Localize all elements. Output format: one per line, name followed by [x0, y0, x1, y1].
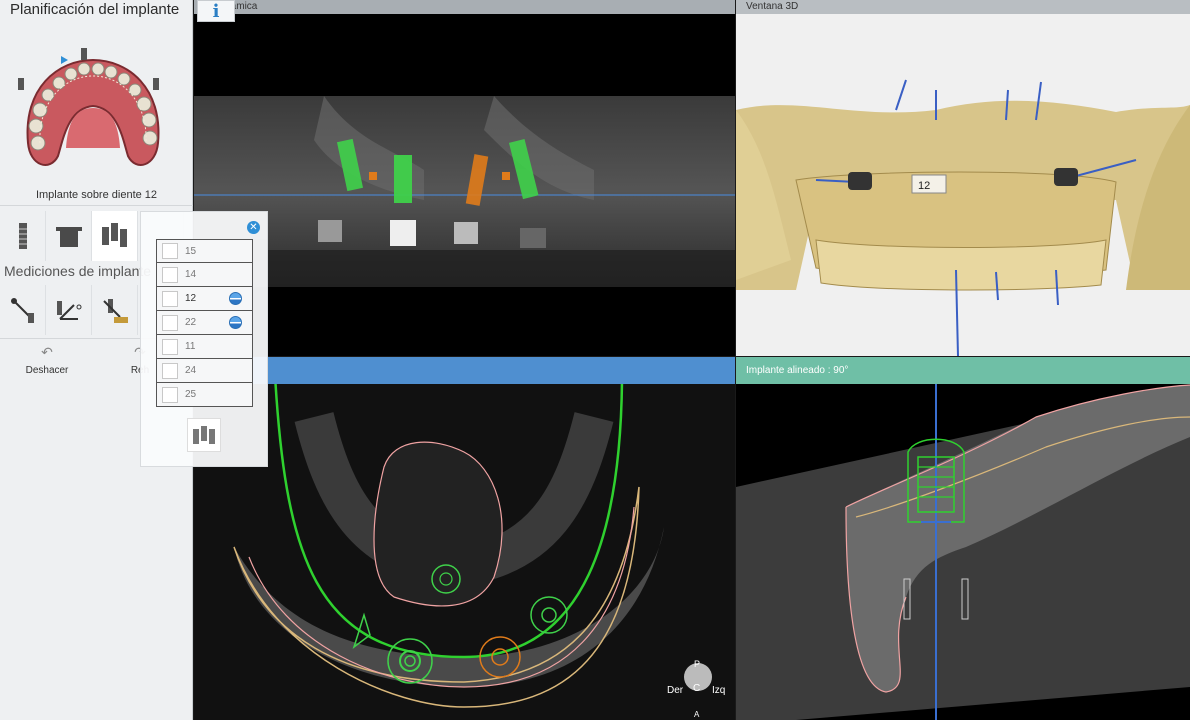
tooth-number: 14 — [185, 269, 197, 280]
undo-icon: ↶ — [41, 344, 53, 360]
tooth-checkbox[interactable] — [162, 266, 178, 283]
distance-measure-icon — [10, 298, 34, 323]
tooth-row-12[interactable]: 12 — [156, 287, 253, 311]
implant-marker-icon[interactable] — [229, 316, 242, 329]
multi-implant-icon — [101, 223, 127, 247]
orient-bottom: A — [694, 710, 700, 719]
tooth-checkbox[interactable] — [162, 338, 178, 355]
axial-header — [194, 357, 735, 384]
bone-measure-button[interactable] — [92, 285, 138, 335]
multi-implant-tool-button[interactable] — [92, 211, 138, 261]
multi-implant-icon — [193, 426, 215, 444]
add-implant-button[interactable] — [187, 418, 221, 452]
3d-header: Ventana 3D — [736, 0, 1190, 14]
tooth-row-15[interactable]: 15 — [156, 239, 253, 263]
panoramic-viewport[interactable]: Panorámica — [194, 0, 735, 356]
orient-left: Der — [667, 685, 684, 696]
tooth-number: 12 — [185, 293, 197, 304]
tooth-row-11[interactable]: 11 — [156, 335, 253, 359]
distance-measure-button[interactable] — [0, 285, 46, 335]
info-button[interactable]: i — [197, 0, 235, 22]
angle-measure-icon — [56, 301, 81, 320]
tooth-number: 24 — [185, 365, 197, 376]
3d-tooth-tag: 12 — [918, 180, 930, 192]
tooth-list: 15 14 12 22 11 24 25 — [156, 239, 253, 407]
implant-icon — [18, 223, 27, 249]
tooth-row-22[interactable]: 22 — [156, 311, 253, 335]
orient-center: C — [693, 683, 700, 694]
tooth-checkbox[interactable] — [162, 290, 178, 307]
close-icon[interactable]: ✕ — [247, 221, 260, 234]
measurements-label: Mediciones de implante — [4, 263, 152, 279]
tooth-number: 15 — [185, 245, 197, 257]
angle-measure-button[interactable] — [46, 285, 92, 335]
axial-image: P C Der Izq A — [194, 357, 735, 720]
tooth-number: 11 — [185, 341, 196, 352]
undo-button[interactable]: ↶ Deshacer — [12, 344, 82, 376]
abutment-icon — [55, 227, 82, 247]
tooth-number: 22 — [185, 317, 197, 328]
selected-implant-caption: Implante sobre diente 12 — [35, 189, 158, 201]
cross-section-image — [736, 357, 1190, 720]
implant-green-2[interactable] — [394, 155, 412, 203]
3d-viewport[interactable]: Ventana 3D 12 — [736, 0, 1190, 356]
cross-section-viewport[interactable]: Implante alineado : 90° — [736, 357, 1190, 720]
tooth-row-24[interactable]: 24 — [156, 359, 253, 383]
tooth-row-14[interactable]: 14 — [156, 263, 253, 287]
panoramic-header: Panorámica — [194, 0, 735, 14]
implant-tool-button[interactable] — [0, 211, 46, 261]
3d-render: 12 — [736, 79, 1190, 356]
abutment-tool-button[interactable] — [46, 211, 92, 261]
bone-measure-icon — [102, 299, 128, 323]
panoramic-image — [194, 96, 735, 287]
dental-arch-thumbnail[interactable] — [18, 48, 168, 178]
divider — [0, 205, 193, 206]
tooth-checkbox[interactable] — [162, 314, 178, 331]
orient-right: Izq — [712, 685, 725, 696]
tooth-checkbox[interactable] — [162, 362, 178, 379]
axial-viewport[interactable]: P C Der Izq A — [194, 357, 735, 720]
tooth-selector-popup: ✕ 15 14 12 22 11 24 25 — [140, 211, 268, 467]
tooth-number: 25 — [185, 389, 197, 400]
undo-label: Deshacer — [25, 365, 69, 376]
panel-title: Planificación del implante — [10, 1, 180, 18]
tooth-row-25[interactable]: 25 — [156, 383, 253, 407]
implant-marker-icon[interactable] — [229, 292, 242, 305]
tooth-checkbox[interactable] — [162, 243, 178, 259]
implant-planning-app: Planificación del implante Implante sobr… — [0, 0, 1190, 720]
cross-section-header: Implante alineado : 90° — [736, 357, 1190, 384]
orient-top: P — [694, 659, 700, 669]
tooth-checkbox[interactable] — [162, 386, 178, 403]
